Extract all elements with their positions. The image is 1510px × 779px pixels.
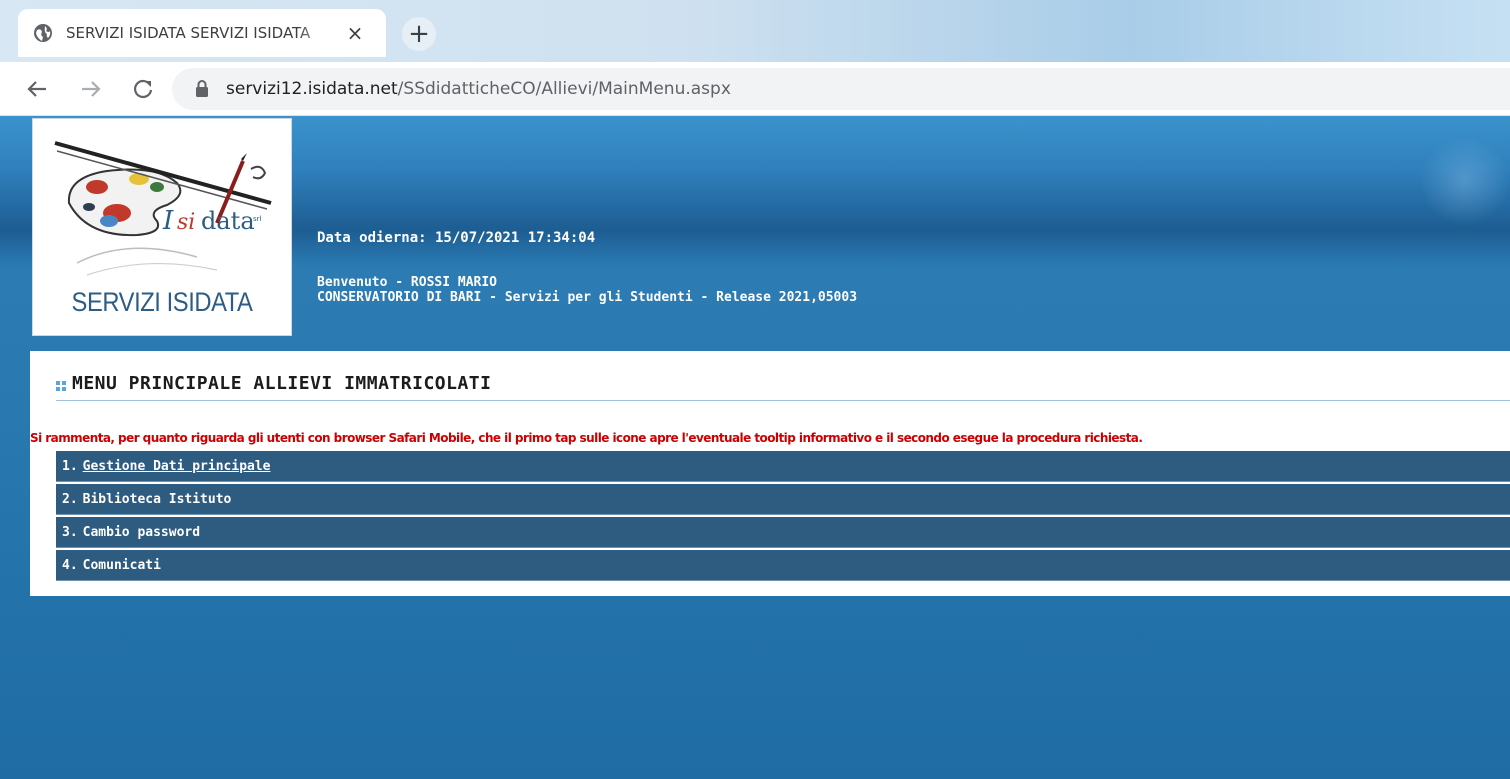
menu-item-number: 2. xyxy=(62,491,78,507)
svg-text:srl: srl xyxy=(253,215,262,223)
url-host: servizi12.isidata.net xyxy=(226,79,398,99)
forward-arrow-icon[interactable] xyxy=(76,74,106,104)
lock-icon xyxy=(194,79,210,99)
address-bar[interactable]: servizi12.isidata.net/SSdidatticheCO/All… xyxy=(172,68,1510,110)
page-title: MENU PRINCIPALE ALLIEVI IMMATRICOLATI xyxy=(72,373,492,394)
menu-item-gestione-dati[interactable]: 1. Gestione Dati principale xyxy=(56,451,1510,482)
url-text: servizi12.isidata.net/SSdidatticheCO/All… xyxy=(226,79,731,99)
menu-item-label: Biblioteca Istituto xyxy=(82,491,232,507)
logo[interactable]: I si data srl SERVIZI ISIDATA xyxy=(32,118,292,336)
page-title-row: MENU PRINCIPALE ALLIEVI IMMATRICOLATI xyxy=(56,373,1510,401)
main-menu-panel: MENU PRINCIPALE ALLIEVI IMMATRICOLATI Si… xyxy=(30,351,1510,596)
svg-text:I: I xyxy=(162,206,174,236)
reload-icon[interactable] xyxy=(128,74,158,104)
back-arrow-icon[interactable] xyxy=(22,74,52,104)
menu-item-label: Cambio password xyxy=(82,524,201,540)
menu-item-number: 1. xyxy=(62,458,78,474)
grid-bullet-icon xyxy=(56,380,66,391)
menu-item-number: 4. xyxy=(62,557,78,573)
page-background: I si data srl SERVIZI ISIDATA Data odier… xyxy=(0,116,1510,779)
current-date: Data odierna: 15/07/2021 17:34:04 xyxy=(317,230,596,246)
tab-title: SERVIZI ISIDATA SERVIZI ISIDATA xyxy=(66,24,311,42)
menu-item-number: 3. xyxy=(62,524,78,540)
globe-icon xyxy=(32,22,54,44)
browser-tab[interactable]: SERVIZI ISIDATA SERVIZI ISIDATA × xyxy=(18,9,386,57)
browser-toolbar: servizi12.isidata.net/SSdidatticheCO/All… xyxy=(0,62,1510,116)
menu-item-label: Comunicati xyxy=(82,557,161,573)
url-path: /SSdidatticheCO/Allievi/MainMenu.aspx xyxy=(397,79,731,99)
close-icon[interactable]: × xyxy=(344,21,366,45)
menu-item-link[interactable]: Gestione Dati principale xyxy=(83,459,271,474)
logo-caption: SERVIZI ISIDATA xyxy=(71,287,253,317)
welcome-block: Benvenuto - ROSSI MARIO CONSERVATORIO DI… xyxy=(317,275,857,305)
header-decoration xyxy=(1420,136,1510,226)
svg-text:si: si xyxy=(177,210,195,235)
main-menu-list: 1. Gestione Dati principale 2. Bibliotec… xyxy=(56,451,1510,583)
institution-release: CONSERVATORIO DI BARI - Servizi per gli … xyxy=(317,290,858,305)
menu-item-comunicati[interactable]: 4. Comunicati xyxy=(56,550,1510,581)
svg-text:data: data xyxy=(201,207,255,235)
safari-notice: Si rammenta, per quanto riguarda gli ute… xyxy=(30,431,1143,445)
new-tab-button[interactable]: + xyxy=(402,17,436,51)
logo-artwork-icon: I si data srl xyxy=(54,141,272,276)
menu-item-biblioteca[interactable]: 2. Biblioteca Istituto xyxy=(56,484,1510,515)
browser-tab-strip: SERVIZI ISIDATA SERVIZI ISIDATA × + xyxy=(0,0,1510,62)
menu-item-cambio-password[interactable]: 3. Cambio password xyxy=(56,517,1510,548)
welcome-user: Benvenuto - ROSSI MARIO xyxy=(317,275,498,290)
